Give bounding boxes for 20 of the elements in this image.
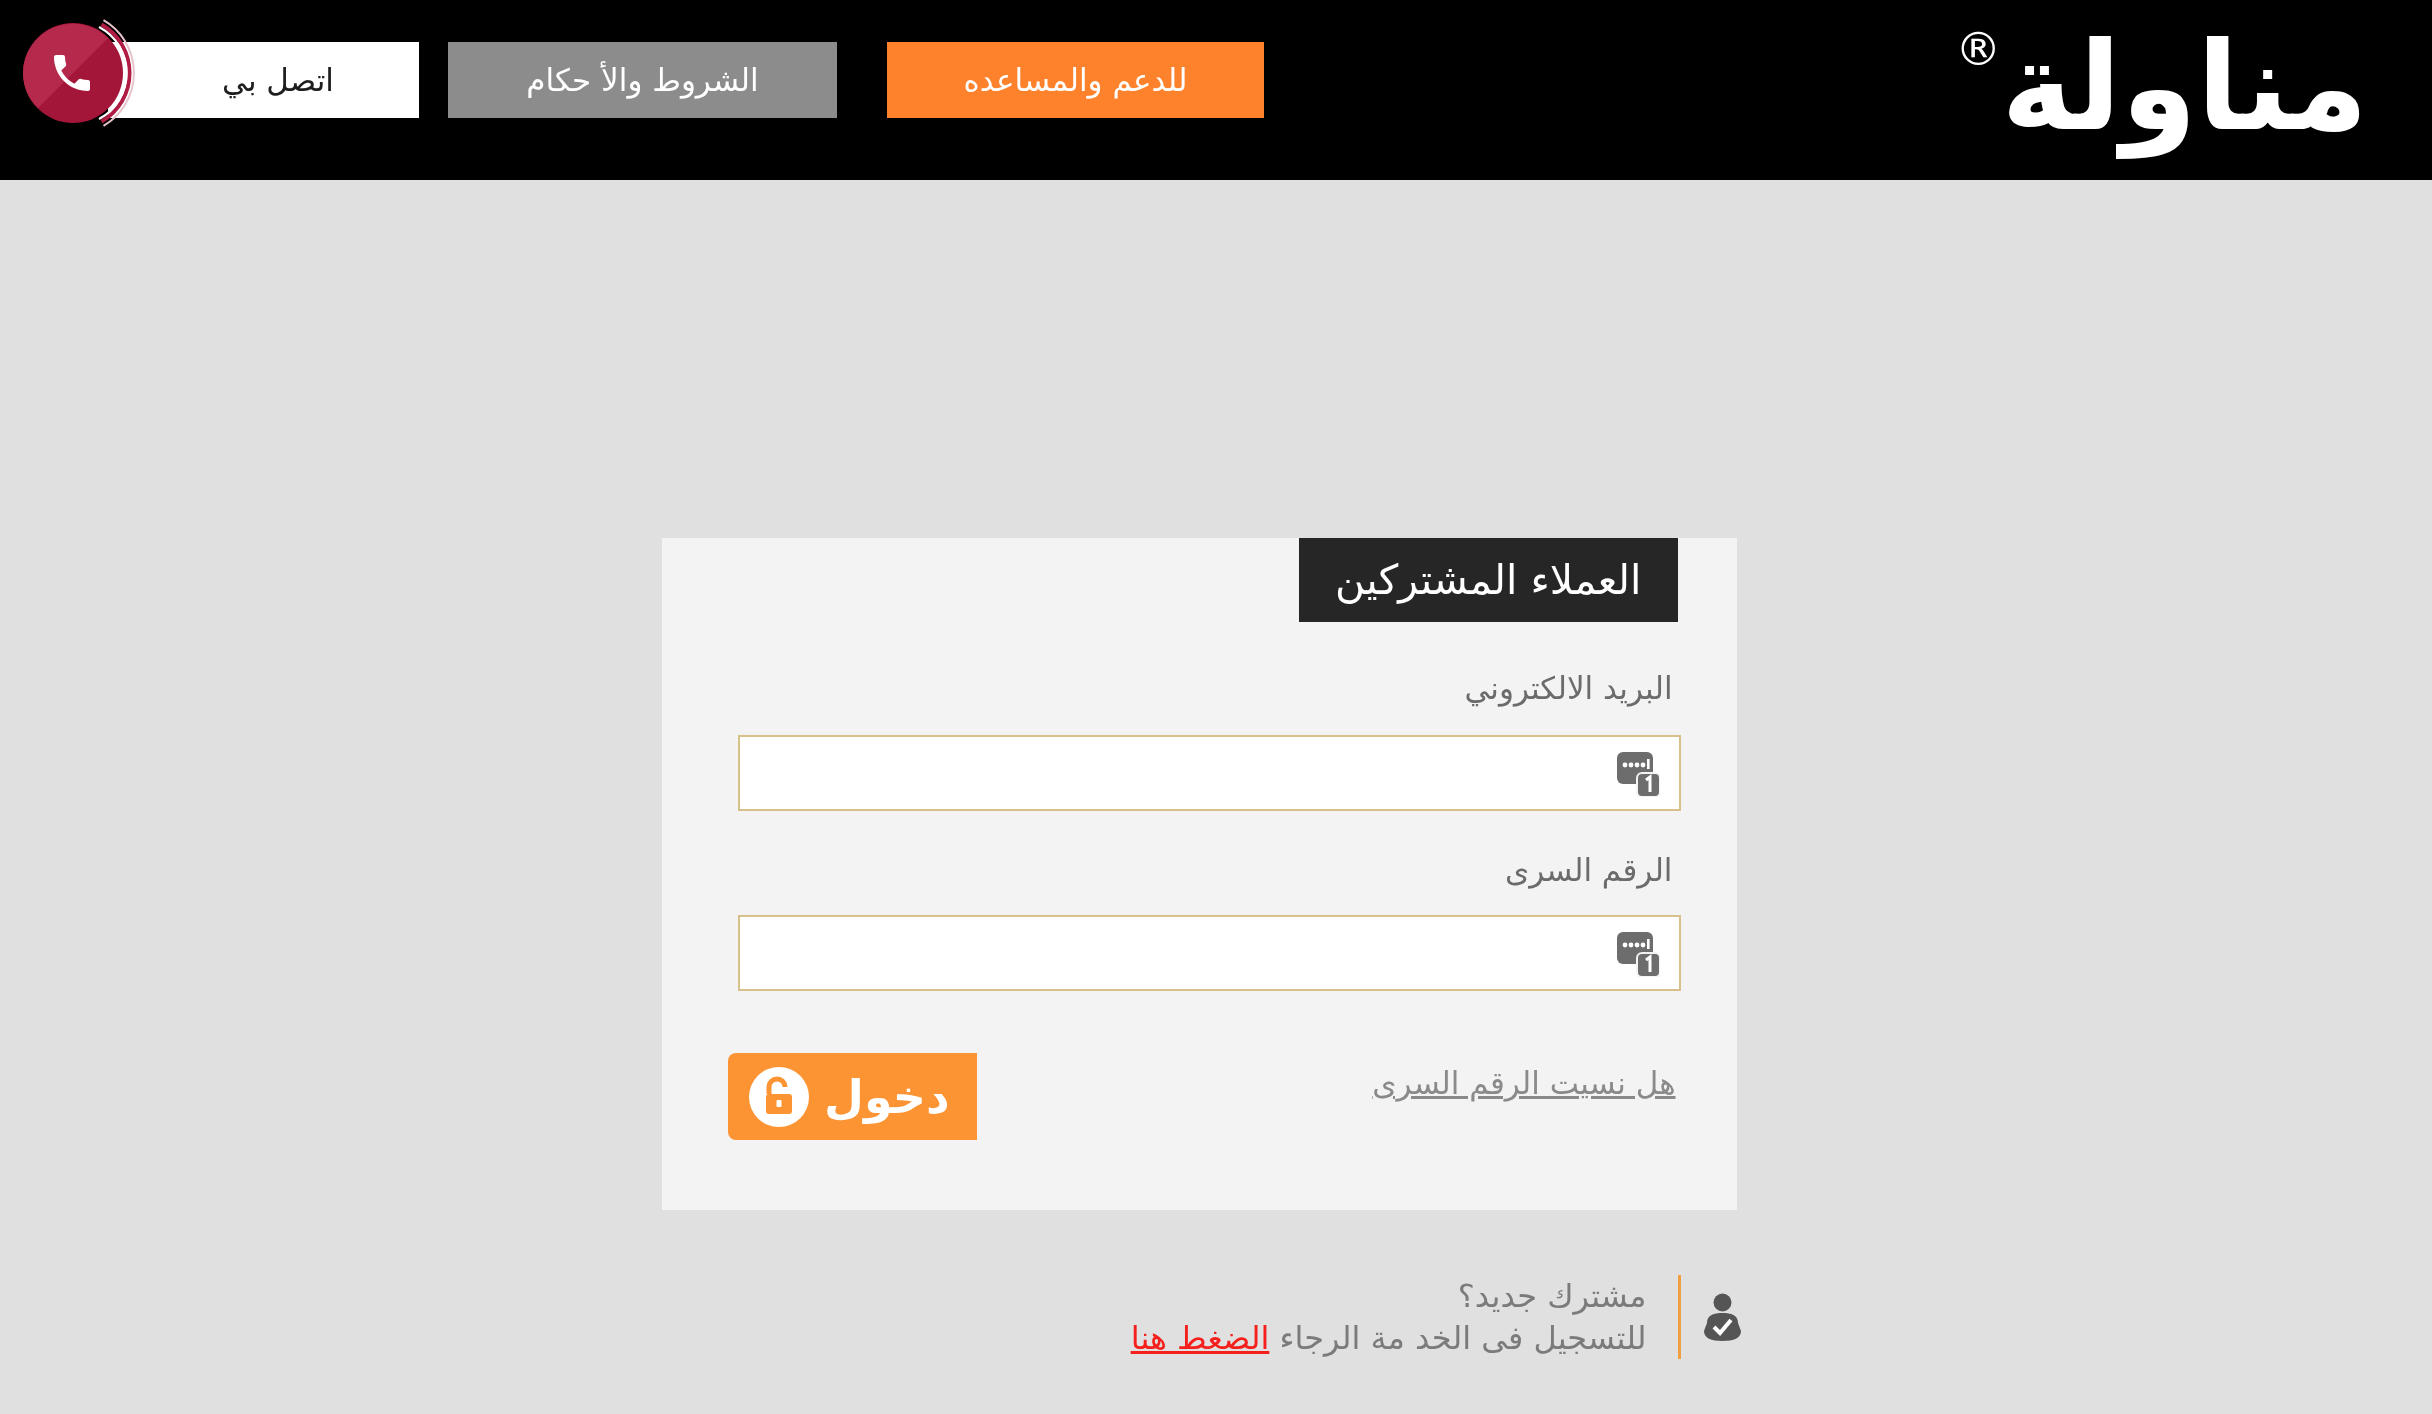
user-check-icon xyxy=(1703,1293,1741,1341)
field-label: البريد الالكتروني xyxy=(1464,669,1674,709)
phone-icon xyxy=(21,17,137,129)
signup-question: مشترك جديد؟ xyxy=(1456,1276,1647,1317)
password-dots-icon xyxy=(1616,932,1660,977)
logo: مناولة xyxy=(2001,15,2368,161)
signup-text: للتسجيل فى الخد مة الرجاء الضغط هنا xyxy=(1130,1318,1647,1359)
card-title: العملاء المشتركين xyxy=(1299,538,1678,622)
field-label: الرقم السرى xyxy=(1504,851,1674,891)
signup-link[interactable]: الضغط هنا xyxy=(1130,1319,1270,1357)
input-field[interactable] xyxy=(737,915,1681,991)
registered-mark: ® xyxy=(1955,26,2002,72)
call-button[interactable]: اتصل بي xyxy=(108,42,419,118)
terms-button[interactable]: الشروط والأ حكام xyxy=(448,42,837,118)
support-button[interactable]: للدعم والمساعده xyxy=(887,42,1264,118)
password-dots-icon xyxy=(1616,752,1660,797)
forgot-password-link[interactable]: هل نسيت الرقم السرى xyxy=(1372,1063,1676,1103)
input-field[interactable] xyxy=(737,735,1681,811)
unlock-icon xyxy=(748,1066,809,1127)
login-button[interactable]: دخول xyxy=(727,1053,977,1140)
